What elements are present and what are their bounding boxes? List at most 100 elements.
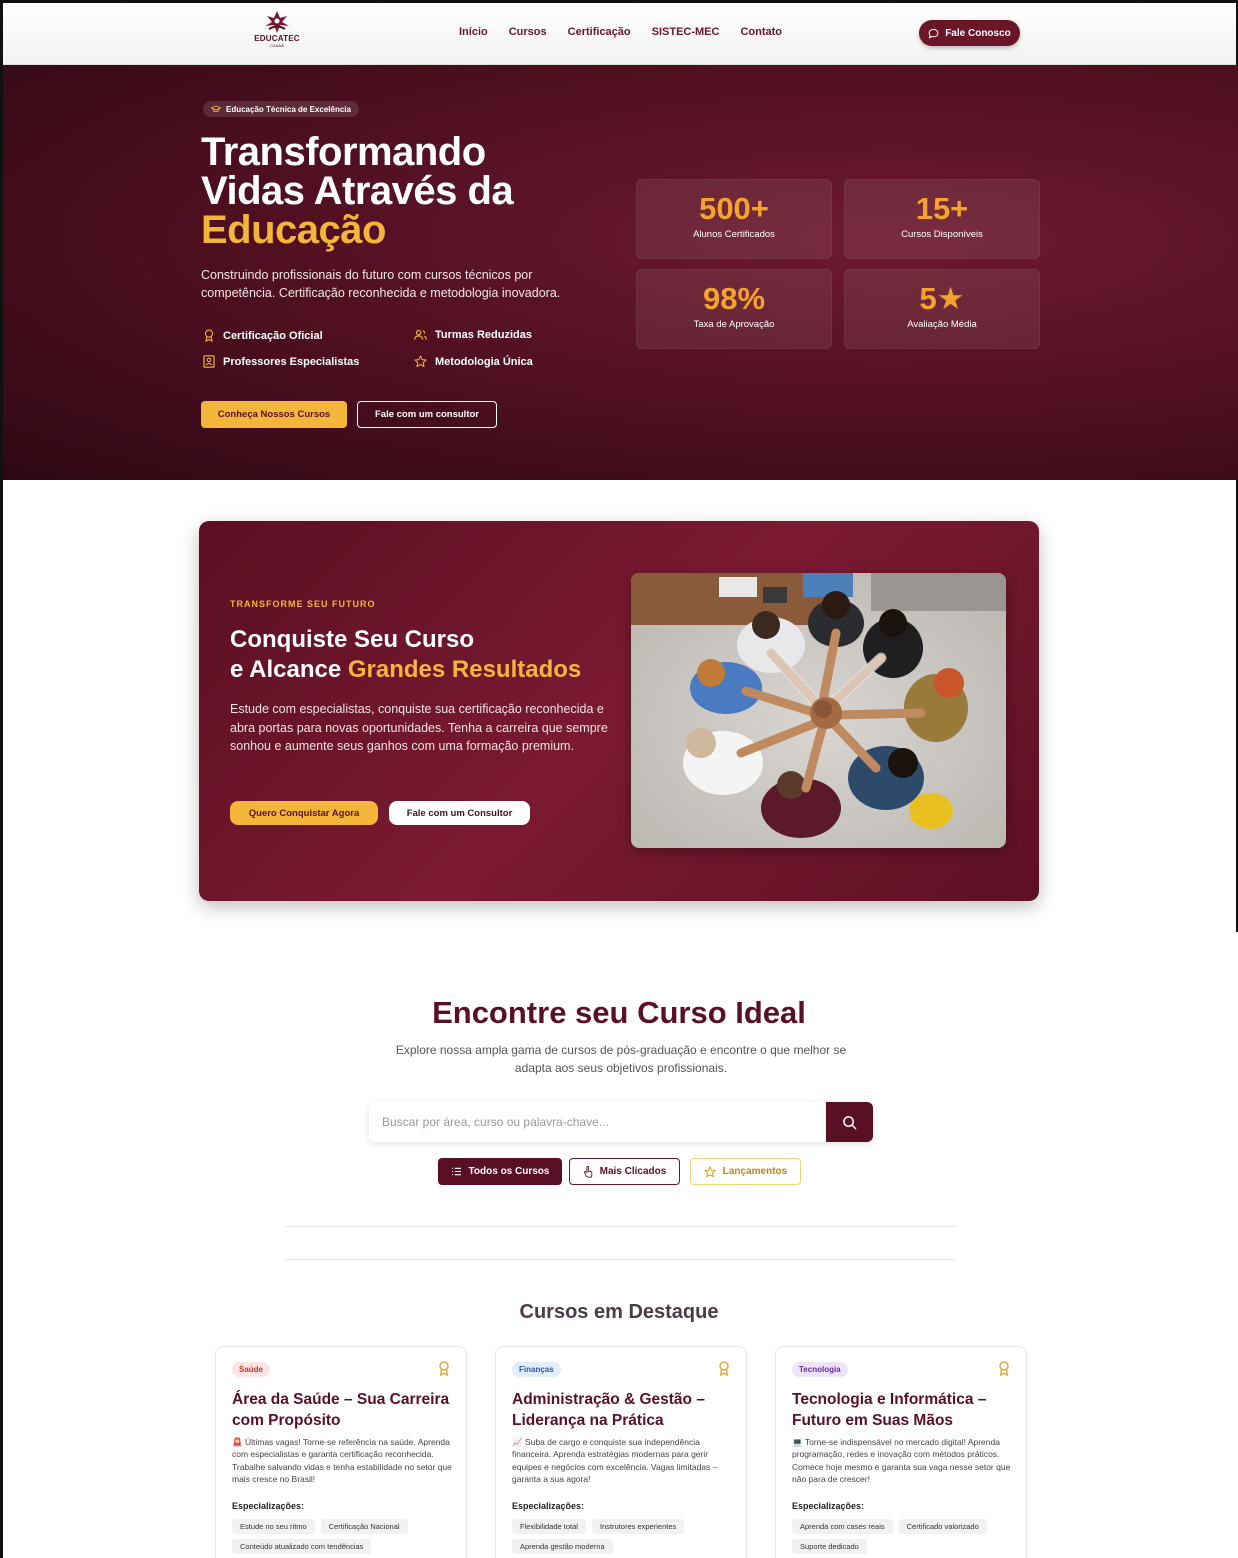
- search-input[interactable]: [369, 1102, 825, 1142]
- graduation-cap-icon: [211, 105, 221, 113]
- search-section-description: Explore nossa ampla gama de cursos de pó…: [395, 1043, 847, 1075]
- stat-card-alunos: 500+ Alunos Certificados: [636, 179, 832, 259]
- stat-card-cursos: 15+ Cursos Disponíveis: [844, 179, 1040, 259]
- hero-title-line1: Transformando: [201, 130, 486, 174]
- stat-label: Taxa de Aprovação: [693, 319, 775, 330]
- award-badge-icon: [439, 1361, 449, 1376]
- specializations-label: Especializações:: [792, 1501, 865, 1511]
- course-description: 📈 Suba de cargo e conquiste sua independ…: [512, 1436, 734, 1485]
- hero-title: Transformando Vidas Através da Educação: [201, 130, 514, 252]
- award-icon: [204, 329, 214, 342]
- chat-bubble-icon: [928, 28, 939, 39]
- course-description: 🚨 Últimas vagas! Torne-se referência na …: [232, 1436, 454, 1485]
- category-tag: Tecnologia: [792, 1362, 848, 1377]
- team-photo-illustration: [631, 573, 1006, 848]
- nav-link-sistec-mec[interactable]: SISTEC-MEC: [652, 26, 720, 38]
- list-icon: [451, 1167, 461, 1176]
- specialization-chip: Aprenda gestão moderna: [512, 1539, 613, 1554]
- specializations-list: Estude no seu ritmo Certificação Naciona…: [232, 1519, 458, 1554]
- feature-turmas: Turmas Reduzidas: [414, 329, 532, 341]
- award-badge-icon: [999, 1361, 1009, 1376]
- specializations-label: Especializações:: [232, 1501, 305, 1511]
- hero-title-line2: Vidas Através da: [201, 169, 514, 213]
- specializations-label: Especializações:: [512, 1501, 585, 1511]
- users-icon: [414, 329, 427, 340]
- course-emoji: 💻: [792, 1437, 803, 1447]
- main-nav: Início Cursos Certificação SISTEC-MEC Co…: [459, 26, 782, 38]
- promo-title-accent: Grandes Resultados: [347, 656, 582, 683]
- hero-title-accent: Educação: [201, 208, 386, 252]
- specialization-chip: Suporte dedicado: [792, 1539, 867, 1554]
- course-description-text: Suba de cargo e conquiste sua independên…: [512, 1437, 718, 1484]
- course-card-tecnologia[interactable]: Tecnologia Tecnologia e Informática – Fu…: [775, 1346, 1027, 1558]
- star-outline-icon: [704, 1165, 716, 1177]
- hero-section: Educação Técnica de Excelência Transform…: [3, 65, 1238, 480]
- logo-text: EDUCATEC: [254, 34, 300, 43]
- promo-title: Conquiste Seu Curso e Alcance Grandes Re…: [230, 625, 581, 685]
- stat-card-avaliacao: 5★ Avaliação Média: [844, 269, 1040, 349]
- section-divider: [285, 1259, 956, 1260]
- specialization-chip: Instrutores experientes: [591, 1519, 685, 1534]
- featured-courses-title: Cursos em Destaque: [519, 1301, 719, 1323]
- course-card-financas[interactable]: Finanças Administração & Gestão – Lidera…: [495, 1346, 747, 1558]
- fale-consultor-promo-button[interactable]: Fale com um Consultor: [389, 801, 530, 825]
- course-emoji: 📈: [512, 1437, 523, 1447]
- logo[interactable]: EDUCATEC CANAÃ: [251, 9, 303, 59]
- search-bar: [369, 1102, 873, 1142]
- teacher-icon: [203, 355, 215, 368]
- stat-card-aprovacao: 98% Taxa de Aprovação: [636, 269, 832, 349]
- hero-badge: Educação Técnica de Excelência: [203, 101, 359, 117]
- feature-certificacao: Certificação Oficial: [203, 329, 323, 342]
- filter-todos-cursos[interactable]: Todos os Cursos: [438, 1158, 562, 1185]
- course-title[interactable]: Administração & Gestão – Liderança na Pr…: [512, 1389, 734, 1431]
- course-title[interactable]: Área da Saúde – Sua Carreira com Propósi…: [232, 1389, 454, 1431]
- team-hands-photo: [631, 573, 1006, 848]
- course-description-text: Torne-se indispensável no mercado digita…: [792, 1437, 1011, 1484]
- star-icon: [414, 355, 427, 368]
- feature-label: Certificação Oficial: [223, 329, 323, 342]
- category-tag: Finanças: [512, 1362, 561, 1377]
- feature-label: Professores Especialistas: [223, 355, 360, 368]
- feature-label: Turmas Reduzidas: [435, 329, 532, 341]
- filter-label: Mais Clicados: [599, 1166, 667, 1177]
- nav-link-inicio[interactable]: Início: [459, 26, 488, 38]
- specialization-chip: Aprenda com cases reais: [792, 1519, 893, 1534]
- filter-mais-clicados[interactable]: Mais Clicados: [569, 1158, 680, 1185]
- fale-conosco-button[interactable]: Fale Conosco: [919, 20, 1020, 46]
- course-emoji: 🚨: [232, 1437, 243, 1447]
- specialization-chip: Estude no seu ritmo: [232, 1519, 315, 1534]
- logo-icon: [265, 11, 289, 33]
- course-card-saude[interactable]: Saúde Área da Saúde – Sua Carreira com P…: [215, 1346, 467, 1558]
- filter-lancamentos[interactable]: Lançamentos: [690, 1158, 801, 1185]
- nav-link-cursos[interactable]: Cursos: [509, 26, 547, 38]
- specialization-chip: Certificado valorizado: [898, 1519, 987, 1534]
- course-title[interactable]: Tecnologia e Informática – Futuro em Sua…: [792, 1389, 1014, 1431]
- fale-conosco-label: Fale Conosco: [945, 27, 1011, 39]
- promo-eyebrow: TRANSFORME SEU FUTURO: [230, 599, 376, 609]
- quero-conquistar-button[interactable]: Quero Conquistar Agora: [230, 801, 378, 825]
- promo-title-line1: Conquiste Seu Curso: [230, 626, 475, 653]
- site-header: EDUCATEC CANAÃ Início Cursos Certificaçã…: [3, 3, 1236, 65]
- feature-metodologia: Metodologia Única: [414, 355, 533, 368]
- nav-link-contato[interactable]: Contato: [740, 26, 782, 38]
- specializations-list: Aprenda com cases reais Certificado valo…: [792, 1519, 1018, 1554]
- feature-professores: Professores Especialistas: [203, 355, 359, 368]
- pointer-hand-icon: [583, 1165, 592, 1178]
- stat-label: Avaliação Média: [907, 319, 977, 330]
- course-description: 💻 Torne-se indispensável no mercado digi…: [792, 1436, 1014, 1485]
- award-badge-icon: [719, 1361, 729, 1376]
- specialization-chip: Flexibilidade total: [512, 1519, 586, 1534]
- nav-link-certificacao[interactable]: Certificação: [568, 26, 631, 38]
- stat-value: 500+: [699, 191, 769, 226]
- filter-label: Lançamentos: [722, 1166, 788, 1177]
- promo-title-line2: e Alcance: [230, 656, 348, 683]
- conheca-cursos-button[interactable]: Conheça Nossos Cursos: [201, 401, 347, 428]
- hero-badge-text: Educação Técnica de Excelência: [226, 104, 351, 114]
- fale-consultor-button[interactable]: Fale com um consultor: [357, 401, 497, 428]
- search-section-title: Encontre seu Curso Ideal: [432, 995, 806, 1030]
- search-button[interactable]: [826, 1102, 873, 1142]
- search-icon: [843, 1115, 857, 1129]
- specializations-list: Flexibilidade total Instrutores experien…: [512, 1519, 738, 1554]
- logo-subtext: CANAÃ: [270, 43, 284, 48]
- filter-label: Todos os Cursos: [468, 1166, 550, 1177]
